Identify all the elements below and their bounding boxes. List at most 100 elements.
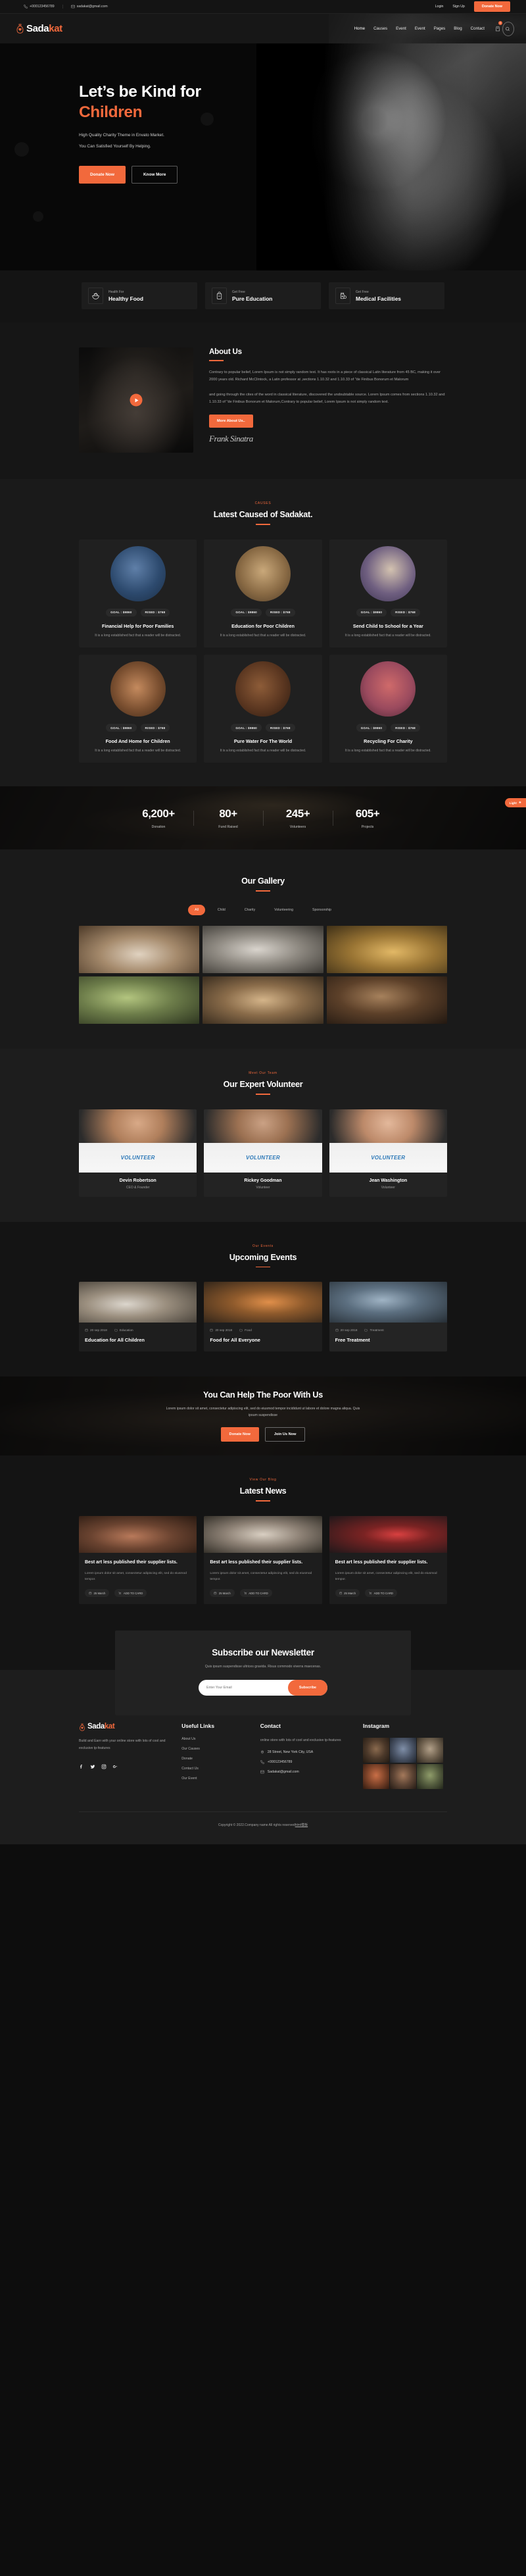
event-card[interactable]: 20 sep 2018 Food Food for All Everyone (204, 1282, 322, 1352)
news-photo (79, 1515, 197, 1553)
top-bar-email[interactable]: sadakat@gmail.com (62, 5, 116, 9)
newsletter-email-input[interactable] (206, 1686, 288, 1690)
cause-card[interactable]: GOAL : $9860 RISED : $768 Recycling For … (329, 655, 447, 763)
cause-card[interactable]: GOAL : $9860 RISED : $768 Financial Help… (79, 539, 197, 648)
instagram-thumbnail[interactable] (363, 1738, 389, 1763)
nav-item-contact[interactable]: Contact (471, 26, 485, 31)
event-date-text: 20 sep 2018 (90, 1328, 107, 1332)
hero-donate-button[interactable]: Donate Now (79, 165, 126, 184)
feature-card-healthy-food[interactable]: Health For Healthy Food (82, 282, 197, 309)
event-card[interactable]: 20 sep 2018 Education Education for All … (79, 1282, 197, 1352)
sun-icon: ☀ (518, 801, 521, 805)
copyright-link[interactable]: html模板 (295, 1823, 308, 1827)
gallery-image[interactable] (79, 926, 200, 974)
facebook-icon[interactable] (79, 1761, 84, 1773)
about-video-thumbnail[interactable] (79, 347, 193, 453)
newsletter-form: Subscribe (199, 1680, 327, 1696)
event-card[interactable]: 20 sep 2018 Treatment Free Treatment (329, 1282, 447, 1352)
volunteer-card[interactable]: VOLUNTEER Devin Robertson CEO & Founder (79, 1109, 197, 1197)
gallery-image[interactable] (203, 926, 323, 974)
nav-item-pages[interactable]: Pages (434, 26, 446, 31)
gallery-filter-volunteering[interactable]: Volunteering (268, 905, 300, 915)
signup-link[interactable]: Sign Up (452, 5, 464, 9)
cause-card[interactable]: GOAL : $9860 RISED : $768 Education for … (204, 539, 322, 648)
stat-item-projects: 605+ Projects (333, 807, 402, 829)
news-cart-chip[interactable]: ADD TO CARD (239, 1589, 272, 1598)
nav-item-event-2[interactable]: Event (415, 26, 425, 31)
cause-card[interactable]: GOAL : $9860 RISED : $768 Food And Home … (79, 655, 197, 763)
twitter-icon[interactable] (90, 1761, 95, 1773)
news-card[interactable]: Best art less published their supplier l… (204, 1515, 322, 1605)
play-button-icon[interactable] (130, 393, 143, 407)
footer-link-our-causes[interactable]: Our Causes (181, 1747, 250, 1751)
footer-logo-part1: Sada (87, 1723, 105, 1731)
top-bar-phone[interactable]: +000123456789 (16, 5, 62, 9)
nav-item-event[interactable]: Event (396, 26, 406, 31)
news-cart-chip[interactable]: ADD TO CARD (114, 1589, 147, 1598)
volunteers-header: Meet Our Team Our Expert Volunteer (79, 1071, 447, 1095)
news-card-footer: 25 March ADD TO CARD (335, 1589, 441, 1598)
volunteers-section: Meet Our Team Our Expert Volunteer VOLUN… (0, 1049, 526, 1222)
feature-card-pure-education[interactable]: Get Free Pure Education (205, 282, 321, 309)
news-card[interactable]: Best art less published their supplier l… (329, 1515, 447, 1605)
feature-card-text: Get Free Pure Education (232, 290, 272, 302)
instagram-thumbnail[interactable] (417, 1738, 443, 1763)
light-mode-toggle[interactable]: Light ☀ (504, 798, 526, 808)
instagram-thumbnail[interactable] (390, 1738, 416, 1763)
login-link[interactable]: Login (435, 5, 444, 9)
news-photo (329, 1515, 447, 1553)
footer-link-donate[interactable]: Donate (181, 1757, 250, 1761)
more-about-us-button[interactable]: More About Us.. (209, 415, 253, 428)
newsletter-subscribe-button[interactable]: Subscribe (287, 1680, 327, 1696)
cause-card[interactable]: GOAL : $9860 RISED : $768 Pure Water For… (204, 655, 322, 763)
footer-email[interactable]: Sadakat@gmail.com (260, 1770, 352, 1774)
footer-links-column: Useful Links About Us Our Causes Donate … (181, 1723, 250, 1789)
gallery-image[interactable] (326, 976, 447, 1024)
cta-description: Lorem ipsum dolor sit amet, consectetur … (166, 1407, 360, 1418)
gallery-image[interactable] (79, 976, 200, 1024)
cause-title: Send Child to School for a Year (352, 622, 423, 629)
cart-button[interactable]: 0 (495, 20, 502, 35)
gallery-image[interactable] (203, 976, 323, 1024)
cause-card[interactable]: GOAL : $9860 RISED : $768 Send Child to … (329, 539, 447, 648)
instagram-thumbnail[interactable] (417, 1763, 443, 1789)
volunteer-card[interactable]: VOLUNTEER Rickey Goodman Volunteer (204, 1109, 322, 1197)
gallery-filter-sponsorship[interactable]: Sponsorship (306, 905, 338, 915)
volunteer-photo: VOLUNTEER (79, 1109, 197, 1173)
footer-link-contact-us[interactable]: Contact Us (181, 1767, 250, 1771)
footer-about-text: Build and Earn with your online store wi… (79, 1739, 166, 1751)
instagram-thumbnail[interactable] (390, 1763, 416, 1789)
gallery-filter-charity[interactable]: Charity (238, 905, 262, 915)
feature-card-medical-facilities[interactable]: Get Free Medical Facilities (329, 282, 444, 309)
instagram-icon[interactable] (101, 1761, 107, 1773)
nav-item-causes[interactable]: Causes (373, 26, 387, 31)
donate-now-top-button[interactable]: Donate Now (473, 1, 510, 12)
stats-row: 6,200+ Donation 80+ Fund Raised 245+ Vol… (0, 786, 526, 849)
news-cart-chip[interactable]: ADD TO CARD (365, 1589, 398, 1598)
feature-card-text: Get Free Medical Facilities (356, 290, 401, 302)
site-logo[interactable]: Sadakat (16, 23, 62, 34)
nav-item-home[interactable]: Home (354, 26, 366, 31)
nav-item-blog[interactable]: Blog (454, 26, 462, 31)
volunteer-card[interactable]: VOLUNTEER Jean Washington Volunteer (329, 1109, 447, 1197)
footer-link-our-event[interactable]: Our Event (181, 1777, 250, 1780)
feature-title: Medical Facilities (356, 295, 401, 302)
gallery-filter-all[interactable]: All (188, 905, 205, 916)
gallery-image[interactable] (326, 926, 447, 974)
news-card[interactable]: Best art less published their supplier l… (79, 1515, 197, 1605)
google-plus-icon[interactable] (112, 1761, 118, 1773)
cta-donate-button[interactable]: Donate Now (220, 1427, 259, 1442)
footer-contact-heading: Contact (260, 1723, 281, 1730)
instagram-thumbnail[interactable] (363, 1763, 389, 1789)
hero-know-more-button[interactable]: Know More (131, 165, 178, 184)
footer-link-about-us[interactable]: About Us (181, 1737, 250, 1741)
footer-phone[interactable]: +000123456789 (260, 1760, 352, 1764)
event-body: 20 sep 2018 Food Food for All Everyone (204, 1323, 322, 1351)
gallery-filter-child[interactable]: Child (211, 905, 232, 915)
cta-join-us-button[interactable]: Join Us Now (264, 1427, 306, 1442)
top-bar-actions: Login Sign Up Donate Now (435, 1, 510, 12)
news-card-description: Lorem ipsum dolor sit amet, consectetur … (210, 1572, 312, 1582)
footer-logo[interactable]: Sadakat (79, 1723, 171, 1732)
news-date-chip: 25 March (210, 1589, 235, 1598)
gallery-container: Our Gallery All Child Charity Volunteeri… (79, 876, 447, 1024)
